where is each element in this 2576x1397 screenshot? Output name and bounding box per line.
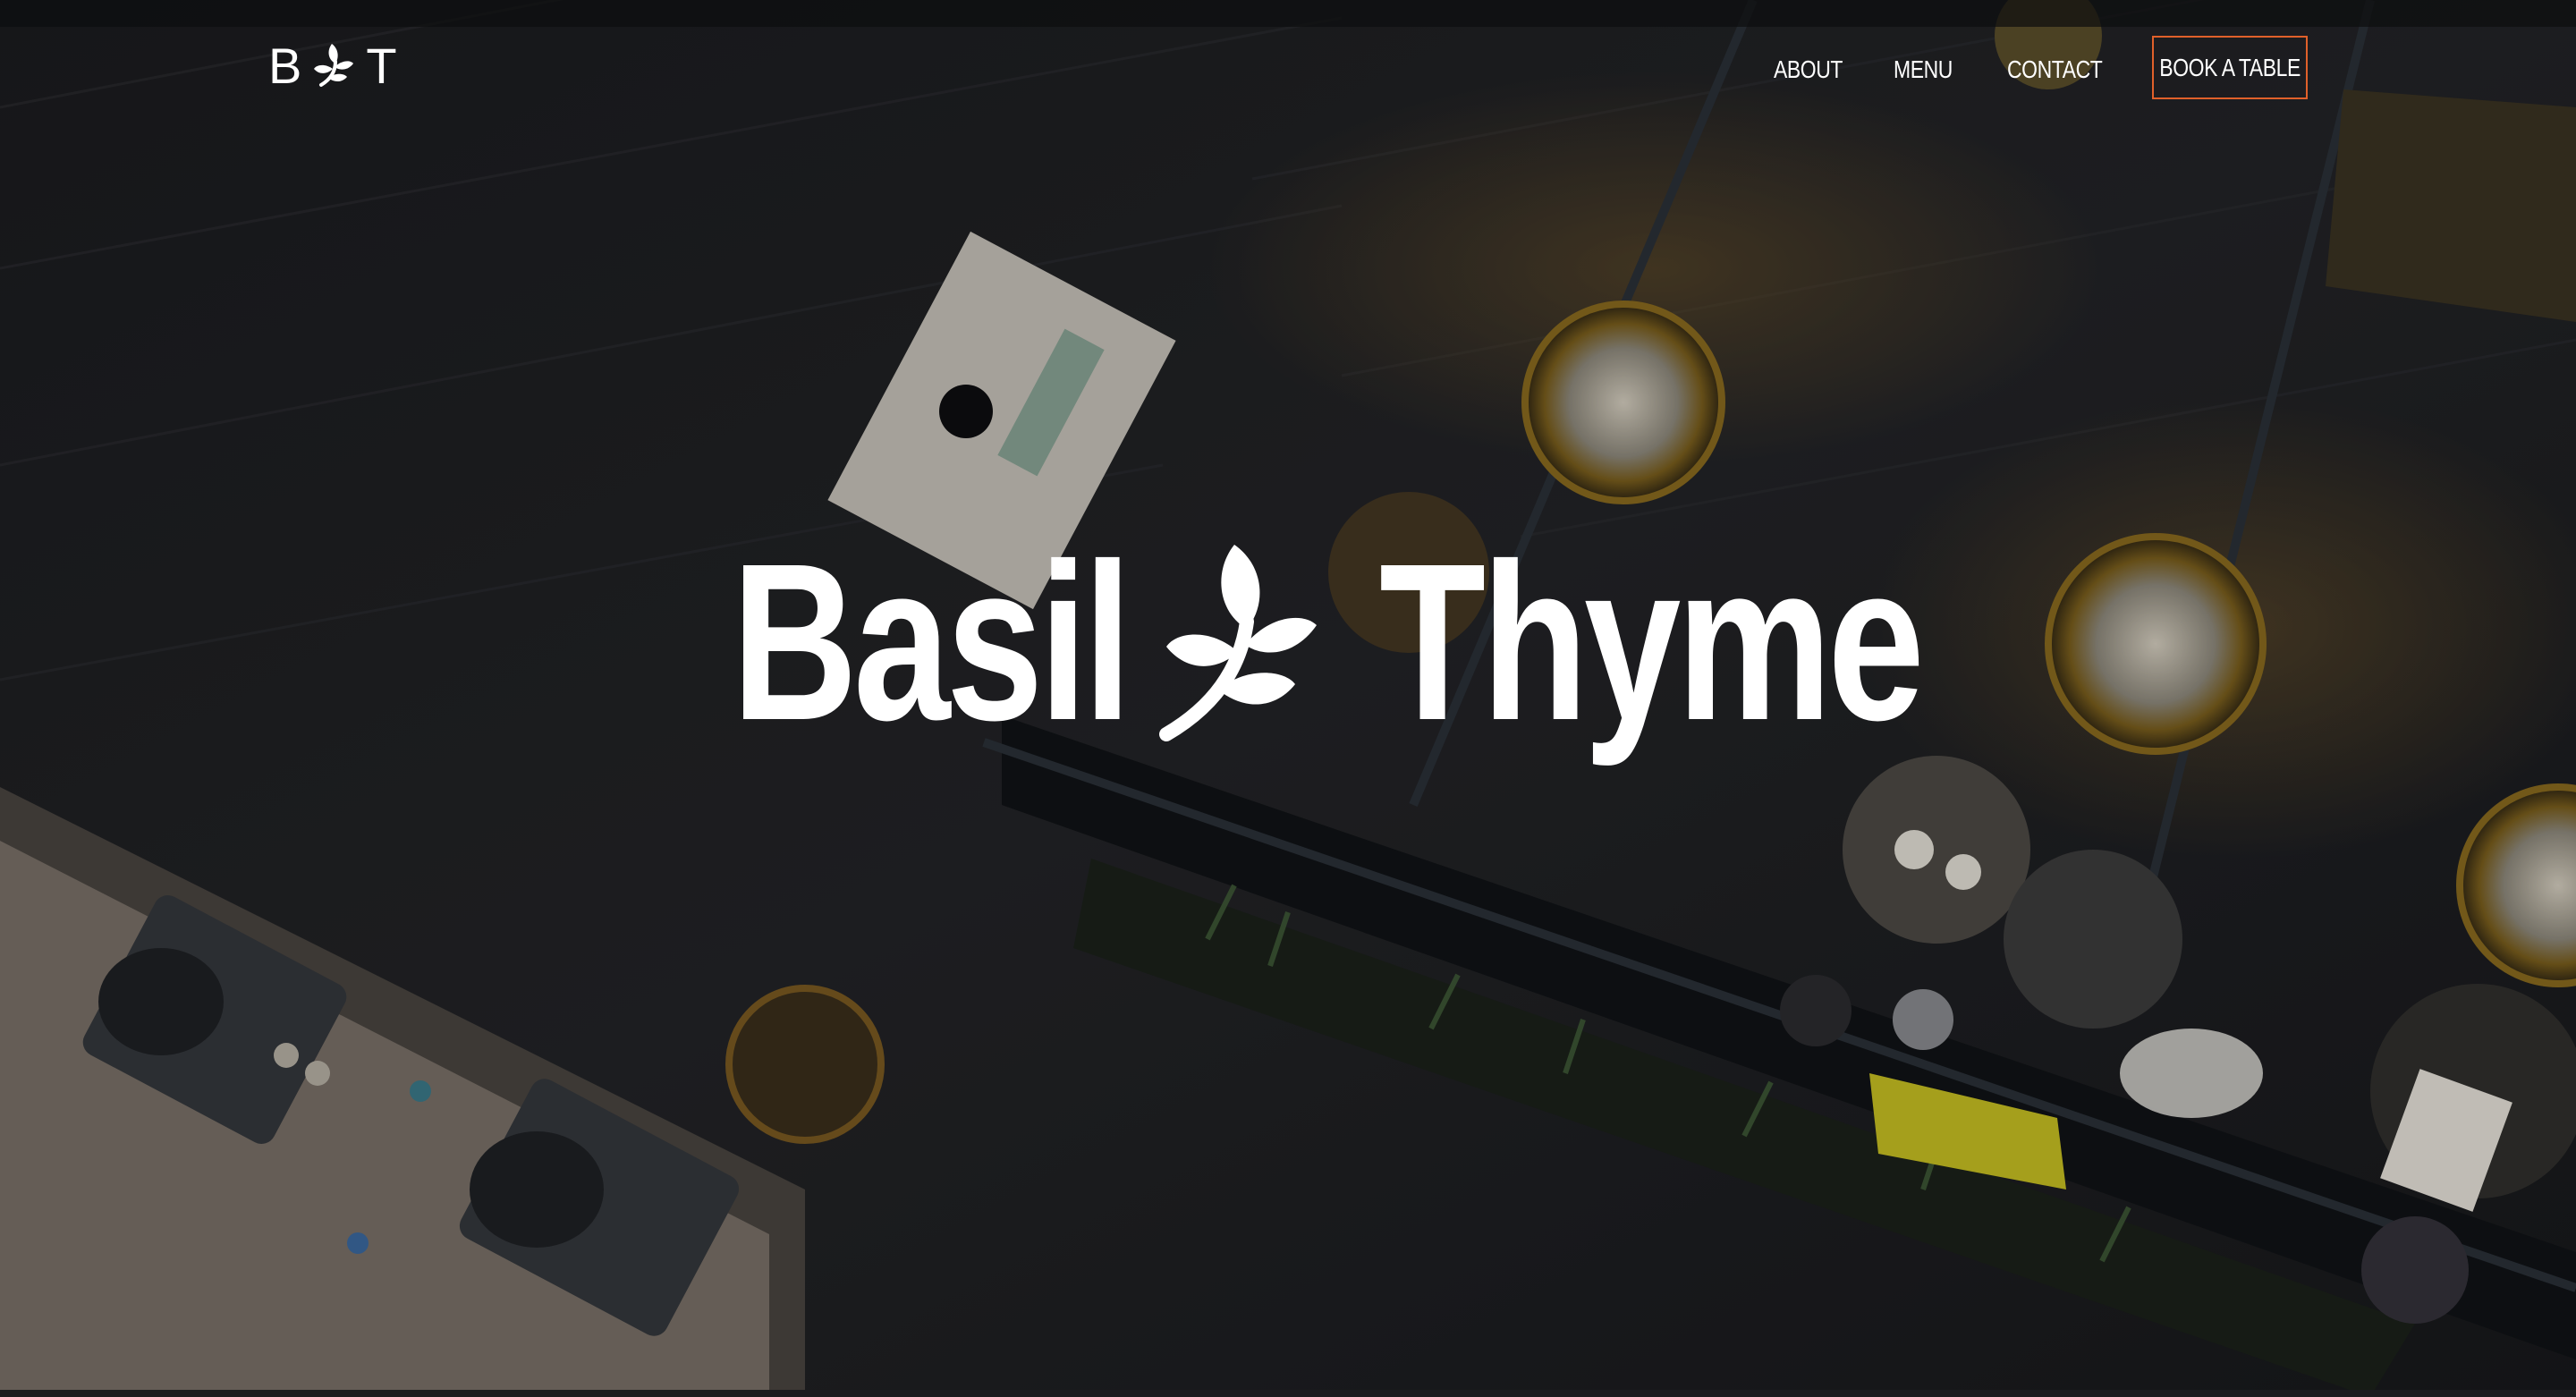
book-a-table-label: BOOK A TABLE (2159, 53, 2301, 81)
basil-leaf-icon (1159, 545, 1317, 741)
site-logo[interactable]: B T (268, 37, 397, 94)
book-a-table-button[interactable]: BOOK A TABLE (2152, 36, 2308, 99)
hero-title-thyme: Thyme (1379, 517, 1925, 766)
top-navigation-bar: B T ABOUT MENU CONTACT BOOK A TABLE (0, 0, 2576, 139)
nav-menu-link[interactable]: MENU (1894, 55, 1953, 84)
hero-brand-title: Basil Thyme (732, 530, 1925, 754)
hero-title-basil: Basil (732, 517, 1131, 766)
nav-contact-link[interactable]: CONTACT (2007, 55, 2103, 84)
logo-letter-b: B (268, 37, 302, 94)
logo-letter-t: T (366, 37, 397, 94)
page-bottom-edge (0, 1390, 2576, 1397)
nav-about-link[interactable]: ABOUT (1774, 55, 1843, 84)
basil-leaf-icon (314, 44, 354, 87)
hero-section: B T ABOUT MENU CONTACT BOOK A TABLE Basi… (0, 0, 2576, 1397)
